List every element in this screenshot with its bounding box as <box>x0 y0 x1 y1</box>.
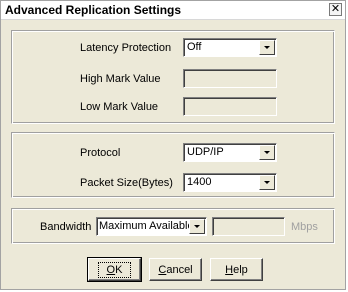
protocol-dropdown-button[interactable] <box>259 145 275 160</box>
chevron-down-icon <box>264 46 270 49</box>
chevron-down-icon <box>264 181 270 184</box>
ok-button[interactable]: OK <box>87 257 142 282</box>
close-button[interactable]: ✕ <box>329 3 342 16</box>
packet-size-label: Packet Size(Bytes) <box>80 177 173 189</box>
protocol-select[interactable]: UDP/IP <box>183 143 277 162</box>
help-button-label: Help <box>225 263 248 276</box>
advanced-replication-settings-dialog: Advanced Replication Settings ✕ Latency … <box>0 0 346 290</box>
protocol-label: Protocol <box>80 147 121 159</box>
bandwidth-units-label: Mbps <box>291 221 318 233</box>
chevron-down-icon <box>264 151 270 154</box>
bandwidth-dropdown-button[interactable] <box>189 219 205 234</box>
chevron-down-icon <box>194 225 200 228</box>
cancel-button[interactable]: Cancel <box>149 258 202 281</box>
packet-size-dropdown-button[interactable] <box>259 175 275 190</box>
help-button[interactable]: Help <box>210 258 263 281</box>
dialog-title: Advanced Replication Settings <box>5 3 182 17</box>
ok-button-label: OK <box>97 261 132 278</box>
low-mark-input[interactable] <box>183 97 277 116</box>
close-icon: ✕ <box>330 3 341 15</box>
high-mark-label: High Mark Value <box>80 73 161 85</box>
bandwidth-limit-input[interactable] <box>212 217 285 236</box>
latency-group <box>11 30 335 124</box>
low-mark-label: Low Mark Value <box>80 101 159 113</box>
transport-group <box>11 132 335 198</box>
latency-protection-select[interactable]: Off <box>183 38 277 57</box>
protocol-value: UDP/IP <box>187 146 224 158</box>
latency-protection-dropdown-button[interactable] <box>259 40 275 55</box>
bandwidth-mode-select[interactable]: Maximum Available <box>96 217 207 236</box>
title-bar: Advanced Replication Settings ✕ <box>1 1 345 20</box>
cancel-button-label: Cancel <box>158 263 193 276</box>
bandwidth-mode-value: Maximum Available <box>99 220 194 232</box>
high-mark-input[interactable] <box>183 69 277 88</box>
latency-protection-value: Off <box>187 41 202 53</box>
bandwidth-label: Bandwidth <box>40 221 92 233</box>
latency-protection-label: Latency Protection <box>80 42 172 54</box>
packet-size-value: 1400 <box>187 176 212 188</box>
packet-size-select[interactable]: 1400 <box>183 173 277 192</box>
